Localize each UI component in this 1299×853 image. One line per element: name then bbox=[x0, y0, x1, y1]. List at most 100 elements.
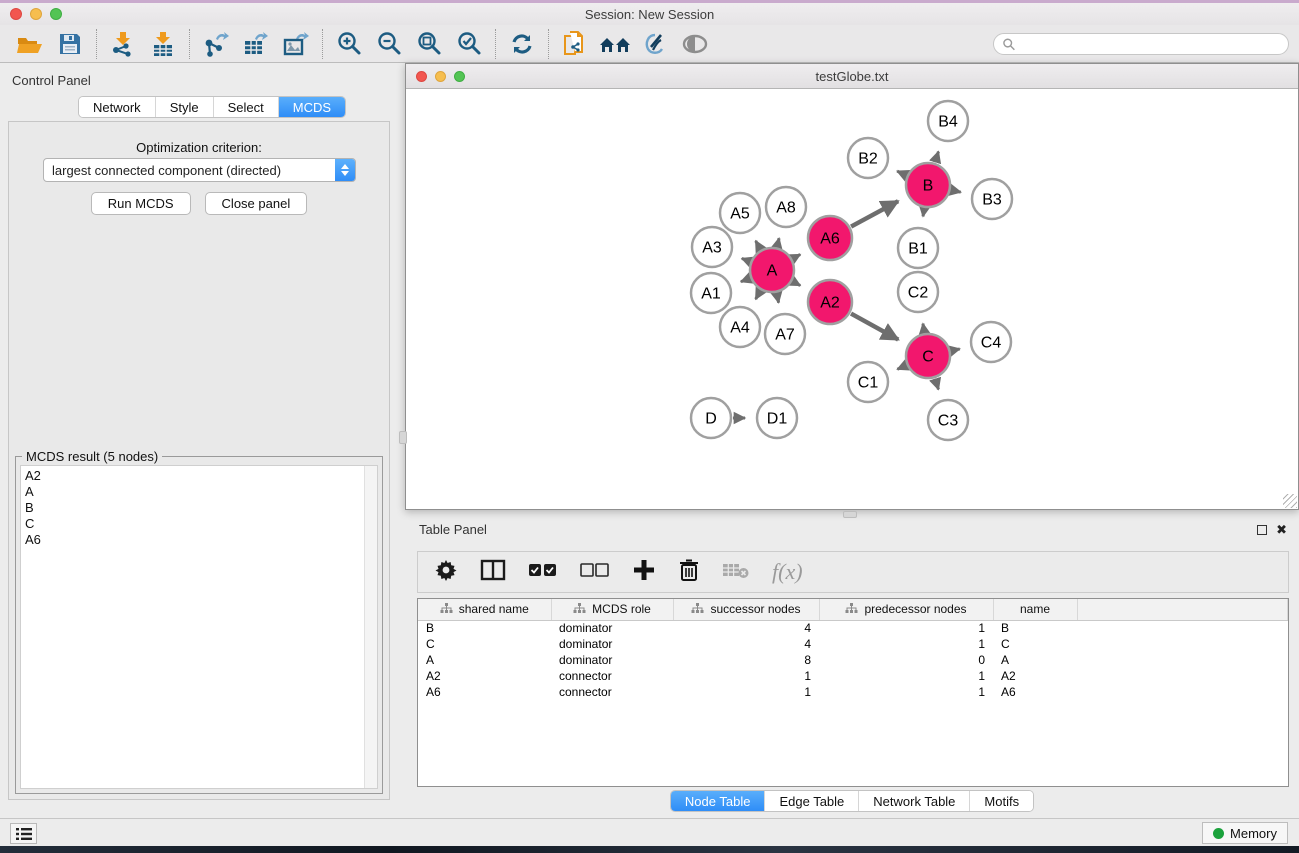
network-window-titlebar[interactable]: testGlobe.txt bbox=[406, 64, 1298, 89]
result-item[interactable]: A2 bbox=[25, 468, 377, 484]
table-cell[interactable]: connector bbox=[551, 684, 673, 700]
table-cell[interactable]: 1 bbox=[819, 636, 993, 652]
graph-edge[interactable] bbox=[851, 201, 898, 226]
tab-mcds[interactable]: MCDS bbox=[278, 97, 345, 117]
graph-node-C3[interactable]: C3 bbox=[928, 400, 968, 440]
graph-edge[interactable] bbox=[923, 209, 924, 217]
save-session-button[interactable] bbox=[50, 28, 90, 60]
zoom-out-button[interactable] bbox=[369, 28, 409, 60]
table-cell[interactable]: dominator bbox=[551, 636, 673, 652]
open-session-button[interactable] bbox=[10, 28, 50, 60]
graph-edge[interactable] bbox=[777, 238, 779, 246]
import-network-button[interactable] bbox=[103, 28, 143, 60]
graph-edge[interactable] bbox=[923, 324, 924, 333]
graph-node-C[interactable]: C bbox=[906, 334, 950, 378]
graph-node-B[interactable]: B bbox=[906, 163, 950, 207]
refresh-layout-button[interactable] bbox=[502, 28, 542, 60]
table-row[interactable]: Cdominator41C bbox=[418, 636, 1288, 652]
table-cell[interactable]: 4 bbox=[673, 620, 819, 636]
graph-edge[interactable] bbox=[742, 258, 750, 261]
graph-node-A7[interactable]: A7 bbox=[765, 314, 805, 354]
table-cell[interactable]: C bbox=[993, 636, 1077, 652]
table-cell[interactable]: dominator bbox=[551, 620, 673, 636]
zoom-in-button[interactable] bbox=[329, 28, 369, 60]
close-panel-button[interactable]: Close panel bbox=[205, 192, 308, 215]
table-cell[interactable]: connector bbox=[551, 668, 673, 684]
toolbar-search[interactable] bbox=[993, 33, 1289, 55]
export-table-button[interactable] bbox=[236, 28, 276, 60]
graph-node-D1[interactable]: D1 bbox=[757, 398, 797, 438]
close-table-panel-icon[interactable]: ✖ bbox=[1276, 525, 1287, 535]
graph-edge[interactable] bbox=[756, 241, 761, 249]
zoom-selected-button[interactable] bbox=[449, 28, 489, 60]
delete-table-button[interactable] bbox=[722, 560, 750, 585]
graph-edge[interactable] bbox=[897, 366, 906, 370]
table-cell[interactable]: A6 bbox=[993, 684, 1077, 700]
graph-node-C1[interactable]: C1 bbox=[848, 362, 888, 402]
graph-node-A5[interactable]: A5 bbox=[720, 193, 760, 233]
result-item[interactable]: A bbox=[25, 484, 377, 500]
graph-edge[interactable] bbox=[851, 314, 898, 340]
column-header-successor-nodes[interactable]: successor nodes bbox=[673, 599, 819, 620]
select-all-columns-button[interactable] bbox=[528, 561, 558, 584]
column-header-shared-name[interactable]: shared name bbox=[418, 599, 551, 620]
tab-style[interactable]: Style bbox=[155, 97, 213, 117]
table-cell[interactable]: 1 bbox=[819, 668, 993, 684]
table-cell[interactable]: A2 bbox=[993, 668, 1077, 684]
graph-node-B3[interactable]: B3 bbox=[972, 179, 1012, 219]
graph-edge[interactable] bbox=[951, 349, 959, 351]
clone-network-button[interactable] bbox=[555, 28, 595, 60]
table-row[interactable]: Adominator80A bbox=[418, 652, 1288, 668]
graph-edge[interactable] bbox=[793, 254, 800, 258]
table-cell[interactable]: 8 bbox=[673, 652, 819, 668]
graph-node-C4[interactable]: C4 bbox=[971, 322, 1011, 362]
search-input[interactable] bbox=[1015, 37, 1280, 51]
graph-edge[interactable] bbox=[756, 291, 761, 299]
tab-edge-table[interactable]: Edge Table bbox=[764, 791, 858, 811]
graph-edge[interactable] bbox=[741, 278, 750, 281]
graph-node-B1[interactable]: B1 bbox=[898, 228, 938, 268]
graph-edge[interactable] bbox=[935, 379, 938, 390]
graph-edge[interactable] bbox=[935, 152, 938, 163]
node-table[interactable]: shared nameMCDS rolesuccessor nodesprede… bbox=[417, 598, 1289, 787]
graph-node-A1[interactable]: A1 bbox=[691, 273, 731, 313]
table-cell[interactable]: 1 bbox=[673, 668, 819, 684]
export-image-button[interactable] bbox=[276, 28, 316, 60]
graph-node-A2[interactable]: A2 bbox=[808, 280, 852, 324]
table-cell[interactable]: dominator bbox=[551, 652, 673, 668]
table-row[interactable]: A2connector11A2 bbox=[418, 668, 1288, 684]
float-table-panel-icon[interactable] bbox=[1257, 525, 1267, 535]
add-column-button[interactable] bbox=[632, 558, 656, 587]
table-cell[interactable]: A bbox=[993, 652, 1077, 668]
graph-edge[interactable] bbox=[897, 171, 906, 175]
graph-edge[interactable] bbox=[793, 282, 800, 286]
criterion-dropdown[interactable]: largest connected component (directed) bbox=[43, 158, 356, 182]
table-cell[interactable]: 1 bbox=[673, 684, 819, 700]
export-network-button[interactable] bbox=[196, 28, 236, 60]
tab-node-table[interactable]: Node Table bbox=[671, 791, 765, 811]
panel-splitter-handle[interactable] bbox=[399, 431, 407, 444]
table-cell[interactable]: A bbox=[418, 652, 551, 668]
delete-column-button[interactable] bbox=[678, 558, 700, 587]
graph-node-A[interactable]: A bbox=[750, 248, 794, 292]
table-cell[interactable]: B bbox=[993, 620, 1077, 636]
table-splitter-handle[interactable] bbox=[843, 511, 857, 518]
table-cell[interactable]: B bbox=[418, 620, 551, 636]
network-canvas[interactable]: B4B2BB3A5A8A6B1A3AC2A1A2A4A7C4CC1C3DD1 bbox=[407, 90, 1297, 508]
graph-edge[interactable] bbox=[777, 294, 779, 303]
first-neighbors-button[interactable] bbox=[595, 28, 635, 60]
settings-gear-button[interactable] bbox=[434, 558, 458, 587]
run-mcds-button[interactable]: Run MCDS bbox=[91, 192, 191, 215]
graph-edge[interactable] bbox=[951, 190, 960, 192]
result-scrollbar[interactable] bbox=[364, 466, 377, 788]
graph-node-B2[interactable]: B2 bbox=[848, 138, 888, 178]
table-cell[interactable]: 0 bbox=[819, 652, 993, 668]
graph-node-D[interactable]: D bbox=[691, 398, 731, 438]
result-item[interactable]: C bbox=[25, 516, 377, 532]
import-table-button[interactable] bbox=[143, 28, 183, 60]
table-cell[interactable]: 1 bbox=[819, 620, 993, 636]
memory-button[interactable]: Memory bbox=[1202, 822, 1288, 844]
graph-node-B4[interactable]: B4 bbox=[928, 101, 968, 141]
tab-network-table[interactable]: Network Table bbox=[858, 791, 969, 811]
column-header-name[interactable]: name bbox=[993, 599, 1077, 620]
